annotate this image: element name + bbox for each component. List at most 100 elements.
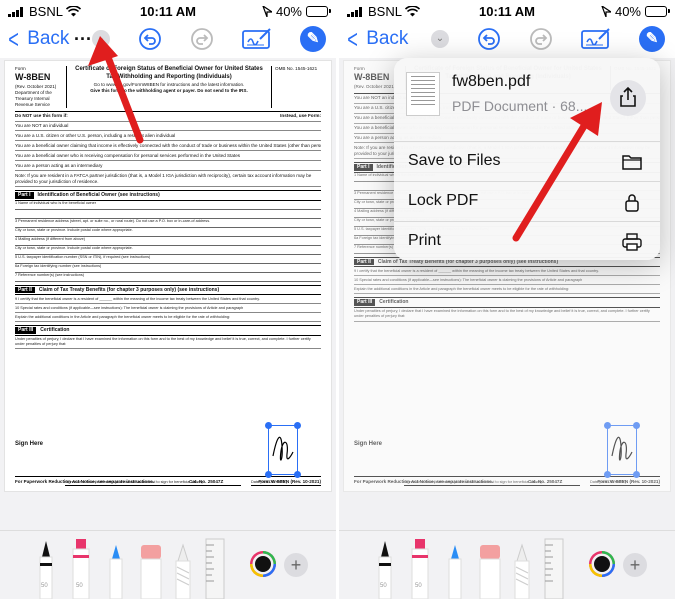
pdf-page: Form W-8BEN (Rev. October 2021) Department … — [4, 60, 332, 492]
resize-handle[interactable] — [265, 422, 272, 429]
share-button[interactable] — [610, 80, 646, 116]
status-bar: BSNL 10:11 AM 40% — [339, 0, 675, 24]
markup-tools: 50 50 + — [0, 530, 336, 599]
fatca-note: Note: If you are resident in a FATCA par… — [15, 171, 321, 188]
form-field[interactable]: 7 Reference number(s) (see instructions) — [15, 273, 321, 282]
add-tool-button[interactable]: + — [284, 553, 308, 577]
status-right: 40% — [601, 4, 670, 19]
chevron-left-icon: < — [8, 24, 19, 54]
undo-icon[interactable] — [138, 27, 162, 51]
ruler-tool[interactable] — [204, 537, 226, 599]
ruler-tool[interactable] — [543, 537, 565, 599]
file-options-popover: fw8ben.pdf PDF Document · 68... Save to … — [394, 58, 660, 260]
markup-button[interactable]: ✎ — [639, 26, 665, 52]
lasso-tool[interactable] — [511, 543, 533, 599]
part-3-header: Part III Certification — [15, 325, 321, 336]
lasso-tool[interactable] — [172, 543, 194, 599]
form-field[interactable]: City or town, state or province. Include… — [15, 228, 321, 237]
battery-icon — [645, 6, 670, 17]
chevron-left-icon: < — [347, 24, 358, 54]
pencil-tool[interactable] — [445, 543, 465, 599]
form-id: W-8BEN — [15, 71, 51, 82]
more-button[interactable]: ... — [74, 24, 92, 45]
form-field[interactable]: 1 Name of individual who is the benefici… — [15, 201, 321, 210]
location-icon — [601, 6, 611, 17]
color-picker-icon[interactable] — [589, 551, 615, 577]
eraser-tool[interactable] — [477, 541, 503, 599]
pen-width-label: 50 — [380, 583, 387, 589]
omb-number: OMB No. 1545-1621 — [271, 66, 321, 108]
form-field[interactable]: City or town, state or province. Include… — [15, 246, 321, 255]
part-2-header: Part II Claim of Tax Treaty Benefits (for… — [15, 284, 321, 296]
form-dept: Department of the Treasury Internal Reve… — [15, 89, 52, 107]
back-button[interactable]: < Back — [345, 24, 408, 54]
instruction-line: You are NOT an individual — [15, 122, 321, 132]
pdf-toolbar: < Back ⌄ ✎ — [339, 24, 675, 58]
battery-icon — [306, 6, 331, 17]
file-name: fw8ben.pdf — [452, 73, 531, 90]
form-field[interactable]: 4 Mailing address (if different from abo… — [15, 237, 321, 246]
save-to-files-button[interactable]: Save to Files — [394, 142, 660, 182]
sign-here-label: Sign Here — [15, 441, 44, 447]
part-2-line: 9 I certify that the beneficial owner is… — [15, 295, 321, 305]
battery-percent: 40% — [275, 4, 302, 19]
form-field[interactable]: 5 U.S. taxpayer identification number (S… — [15, 255, 321, 264]
instruction-line: You are a beneficial owner who is receiv… — [15, 151, 321, 162]
add-tool-button[interactable]: + — [623, 553, 647, 577]
form-field[interactable]: 6a Foreign tax identifying number (see i… — [15, 264, 321, 273]
resize-handle[interactable] — [294, 471, 301, 478]
file-info: PDF Document · 68... — [452, 98, 588, 114]
back-label: Back — [27, 28, 70, 49]
part-1-header: Part IIdentification of Beneficial Owner… — [15, 190, 321, 201]
form-subtitle2: Give this form to the withholding agent … — [90, 87, 248, 93]
pen-width-label: 50 — [41, 583, 48, 589]
markup-button[interactable]: ✎ — [300, 26, 326, 52]
pen-tool[interactable] — [36, 539, 56, 599]
status-bar: BSNL 10:11 AM 40% — [0, 0, 336, 24]
printer-icon — [622, 233, 642, 251]
popover-header: fw8ben.pdf PDF Document · 68... — [394, 58, 660, 142]
instruction-line: You are a U.S. citizen or other U.S. per… — [15, 131, 321, 142]
chevron-down-icon[interactable]: ⌄ — [431, 30, 449, 48]
pdf-thumbnail — [406, 72, 440, 116]
marker-tool[interactable] — [70, 537, 92, 599]
instruction-line: You are a person acting as an intermedia… — [15, 161, 321, 172]
form-header: Form W-8BEN (Rev. October 2021) Department … — [15, 66, 321, 112]
left-phone-screen: BSNL 10:11 AM 40% < Back ... ⌄ ✎ Form W-8B… — [0, 0, 336, 599]
marker-width-label: 50 — [415, 583, 422, 589]
share-icon — [620, 86, 636, 107]
comparison-screenshot: BSNL 10:11 AM 40% < Back ... ⌄ ✎ Form W-8B… — [0, 0, 675, 599]
color-picker-icon[interactable] — [250, 551, 276, 577]
form-label: Form — [15, 66, 26, 71]
chevron-down-icon[interactable]: ⌄ — [92, 30, 110, 48]
signature-icon[interactable] — [242, 27, 272, 51]
status-right: 40% — [262, 4, 331, 19]
form-field[interactable]: 3 Permanent residence address (street, a… — [15, 219, 321, 228]
do-not-use: Do NOT use this form if: — [15, 113, 68, 119]
undo-icon[interactable] — [477, 27, 501, 51]
eraser-tool[interactable] — [138, 541, 164, 599]
marker-width-label: 50 — [76, 583, 83, 589]
form-title: Certificate of Foreign Status of Benefic… — [75, 66, 263, 80]
redo-icon[interactable] — [190, 27, 214, 51]
location-icon — [262, 6, 272, 17]
resize-handle[interactable] — [265, 471, 272, 478]
certification-text: Under penalties of perjury, I declare th… — [15, 336, 321, 350]
back-button[interactable]: < Back — [6, 24, 70, 54]
resize-handle[interactable] — [294, 422, 301, 429]
marker-tool[interactable] — [409, 537, 431, 599]
form-field[interactable] — [15, 210, 321, 219]
redo-icon[interactable] — [529, 27, 553, 51]
right-phone-screen: BSNL 10:11 AM 40% < Back ⌄ ✎ Form W-8BEN (R… — [339, 0, 675, 599]
lock-icon — [625, 194, 639, 212]
part-2-line: Explain the additional conditions in the… — [15, 313, 321, 323]
print-button[interactable]: Print — [394, 222, 660, 260]
pen-tool[interactable] — [375, 539, 395, 599]
pencil-tool[interactable] — [106, 543, 126, 599]
signature-annotation[interactable] — [265, 422, 301, 478]
folder-icon — [622, 155, 642, 170]
part-2-line: 10 Special rates and conditions (if appl… — [15, 304, 321, 314]
lock-pdf-button[interactable]: Lock PDF — [394, 182, 660, 222]
signature-icon[interactable] — [581, 27, 611, 51]
form-subtitle: Go to www.irs.gov/FormW8BEN for instruct… — [93, 81, 245, 87]
